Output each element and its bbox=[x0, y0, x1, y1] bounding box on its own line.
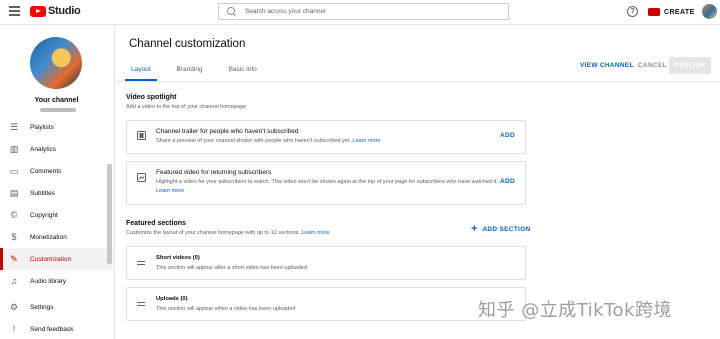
view-channel-button[interactable]: VIEW CHANNEL bbox=[580, 62, 634, 69]
sidebar-item-settings[interactable]: ⚙ Settings bbox=[0, 296, 113, 318]
plus-icon: + bbox=[471, 223, 478, 235]
sidebar-item-copyright[interactable]: © Copyright bbox=[0, 204, 113, 226]
sidebar-item-comments[interactable]: ▭ Comments bbox=[0, 160, 113, 182]
add-section-button[interactable]: + ADD SECTION bbox=[471, 223, 531, 235]
channel-trailer-card: Channel trailer for people who haven't s… bbox=[126, 120, 526, 154]
sidebar-item-label: Monetization bbox=[30, 233, 67, 241]
section-title: Uploads (0) bbox=[156, 296, 188, 302]
tab-branding[interactable]: Branding bbox=[171, 62, 209, 81]
section-card-uploads[interactable]: Uploads (0) This section will appear whe… bbox=[126, 287, 526, 321]
section-card-short-videos[interactable]: Short videos (0) This section will appea… bbox=[126, 246, 526, 280]
video-spotlight-desc: Add a video to the top of your channel h… bbox=[126, 104, 247, 110]
featured-sections-title: Featured sections bbox=[126, 220, 186, 227]
add-featured-video-button[interactable]: ADD bbox=[500, 178, 515, 185]
account-avatar[interactable] bbox=[702, 4, 717, 19]
studio-logo[interactable]: Studio bbox=[30, 5, 81, 17]
add-trailer-button[interactable]: ADD bbox=[500, 132, 515, 139]
your-channel-label: Your channel bbox=[34, 97, 79, 104]
hamburger-menu-icon[interactable] bbox=[9, 6, 20, 18]
sidebar-item-label: Playlists bbox=[30, 123, 54, 131]
video-camera-icon bbox=[648, 8, 660, 16]
featured-video-learn-more-link[interactable]: Learn more bbox=[156, 188, 184, 194]
featured-sections-desc-text: Customize the layout of your channel hom… bbox=[126, 230, 300, 236]
section-title: Short videos (0) bbox=[156, 255, 200, 261]
sidebar-item-label: Subtitles bbox=[30, 189, 55, 197]
add-section-label: ADD SECTION bbox=[482, 225, 531, 233]
featured-video-desc: Highlight a video for your subscribers t… bbox=[156, 178, 501, 196]
search-input[interactable] bbox=[245, 8, 495, 15]
tab-bar: Layout Branding Basic info bbox=[125, 62, 277, 81]
drag-handle-icon[interactable] bbox=[137, 302, 145, 307]
sidebar-scrollbar[interactable] bbox=[107, 164, 112, 264]
help-icon[interactable]: ? bbox=[627, 6, 638, 17]
audio-library-icon: ♫ bbox=[10, 276, 18, 286]
search-icon[interactable] bbox=[227, 6, 237, 17]
featured-video-title: Featured video for returning subscribers bbox=[156, 169, 272, 176]
watermark: 知乎 @立成TikTok跨境 bbox=[478, 300, 672, 321]
monetization-icon: $ bbox=[11, 232, 17, 242]
feedback-icon: ! bbox=[12, 324, 16, 334]
featured-sections-desc: Customize the layout of your channel hom… bbox=[126, 230, 330, 236]
sidebar-item-label: Audio library bbox=[30, 277, 67, 285]
cancel-button[interactable]: CANCEL bbox=[638, 62, 667, 69]
trailer-learn-more-link[interactable]: Learn more bbox=[352, 138, 380, 144]
subtitles-icon: ▤ bbox=[9, 188, 19, 198]
playlist-icon: ☰ bbox=[9, 122, 19, 132]
analytics-icon: ▥ bbox=[9, 144, 19, 154]
sidebar-item-customization[interactable]: ✎ Customization bbox=[0, 248, 113, 270]
tabs-divider bbox=[116, 81, 720, 82]
sidebar-item-playlists[interactable]: ☰ Playlists bbox=[0, 116, 113, 138]
comments-icon: ▭ bbox=[9, 166, 19, 176]
sidebar-item-monetization[interactable]: $ Monetization bbox=[0, 226, 113, 248]
logo-text: Studio bbox=[48, 5, 81, 17]
create-label: CREATE bbox=[664, 8, 695, 16]
trailer-title: Channel trailer for people who haven't s… bbox=[156, 128, 299, 135]
trailer-desc-text: Share a preview of your channel shown wi… bbox=[156, 138, 351, 144]
tab-layout[interactable]: Layout bbox=[125, 62, 157, 81]
sidebar-item-label: Copyright bbox=[30, 211, 58, 219]
sidebar: Your channel ☰ Playlists ▥ Analytics ▭ C… bbox=[0, 26, 115, 339]
sidebar-item-label: Analytics bbox=[30, 145, 57, 153]
sidebar-item-analytics[interactable]: ▥ Analytics bbox=[0, 138, 113, 160]
featured-video-card: Featured video for returning subscribers… bbox=[126, 161, 526, 205]
settings-icon: ⚙ bbox=[9, 302, 19, 312]
sidebar-item-label: Send feedback bbox=[30, 325, 74, 333]
trailer-video-icon bbox=[137, 131, 146, 140]
channel-avatar[interactable] bbox=[30, 37, 82, 89]
search-bar[interactable] bbox=[218, 3, 509, 20]
sidebar-item-subtitles[interactable]: ▤ Subtitles bbox=[0, 182, 113, 204]
page-title: Channel customization bbox=[129, 38, 246, 50]
top-bar: Studio ? CREATE bbox=[0, 0, 720, 25]
sidebar-item-label: Settings bbox=[30, 303, 54, 311]
featured-sections-learn-more-link[interactable]: Learn more bbox=[302, 230, 330, 236]
publish-button[interactable]: PUBLISH bbox=[669, 57, 711, 74]
sidebar-item-label: Customization bbox=[30, 255, 72, 263]
youtube-logo-icon bbox=[30, 5, 46, 17]
drag-handle-icon[interactable] bbox=[137, 261, 145, 266]
create-button[interactable]: CREATE bbox=[648, 5, 695, 19]
sidebar-item-label: Comments bbox=[30, 167, 62, 175]
featured-video-icon bbox=[137, 173, 146, 182]
section-desc: This section will appear when a video ha… bbox=[156, 306, 296, 312]
tab-basic-info[interactable]: Basic info bbox=[223, 62, 263, 81]
trailer-desc: Share a preview of your channel shown wi… bbox=[156, 137, 501, 146]
sidebar-nav: ☰ Playlists ▥ Analytics ▭ Comments ▤ Sub… bbox=[0, 116, 113, 339]
copyright-icon: © bbox=[10, 210, 18, 220]
featured-video-desc-text: Highlight a video for your subscribers t… bbox=[156, 179, 498, 185]
video-spotlight-title: Video spotlight bbox=[126, 94, 177, 101]
customization-icon: ✎ bbox=[10, 254, 18, 264]
channel-name-redacted bbox=[40, 108, 76, 112]
section-desc: This section will appear after a short v… bbox=[156, 265, 308, 271]
sidebar-item-audio-library[interactable]: ♫ Audio library bbox=[0, 270, 113, 292]
sidebar-item-send-feedback[interactable]: ! Send feedback bbox=[0, 318, 113, 339]
